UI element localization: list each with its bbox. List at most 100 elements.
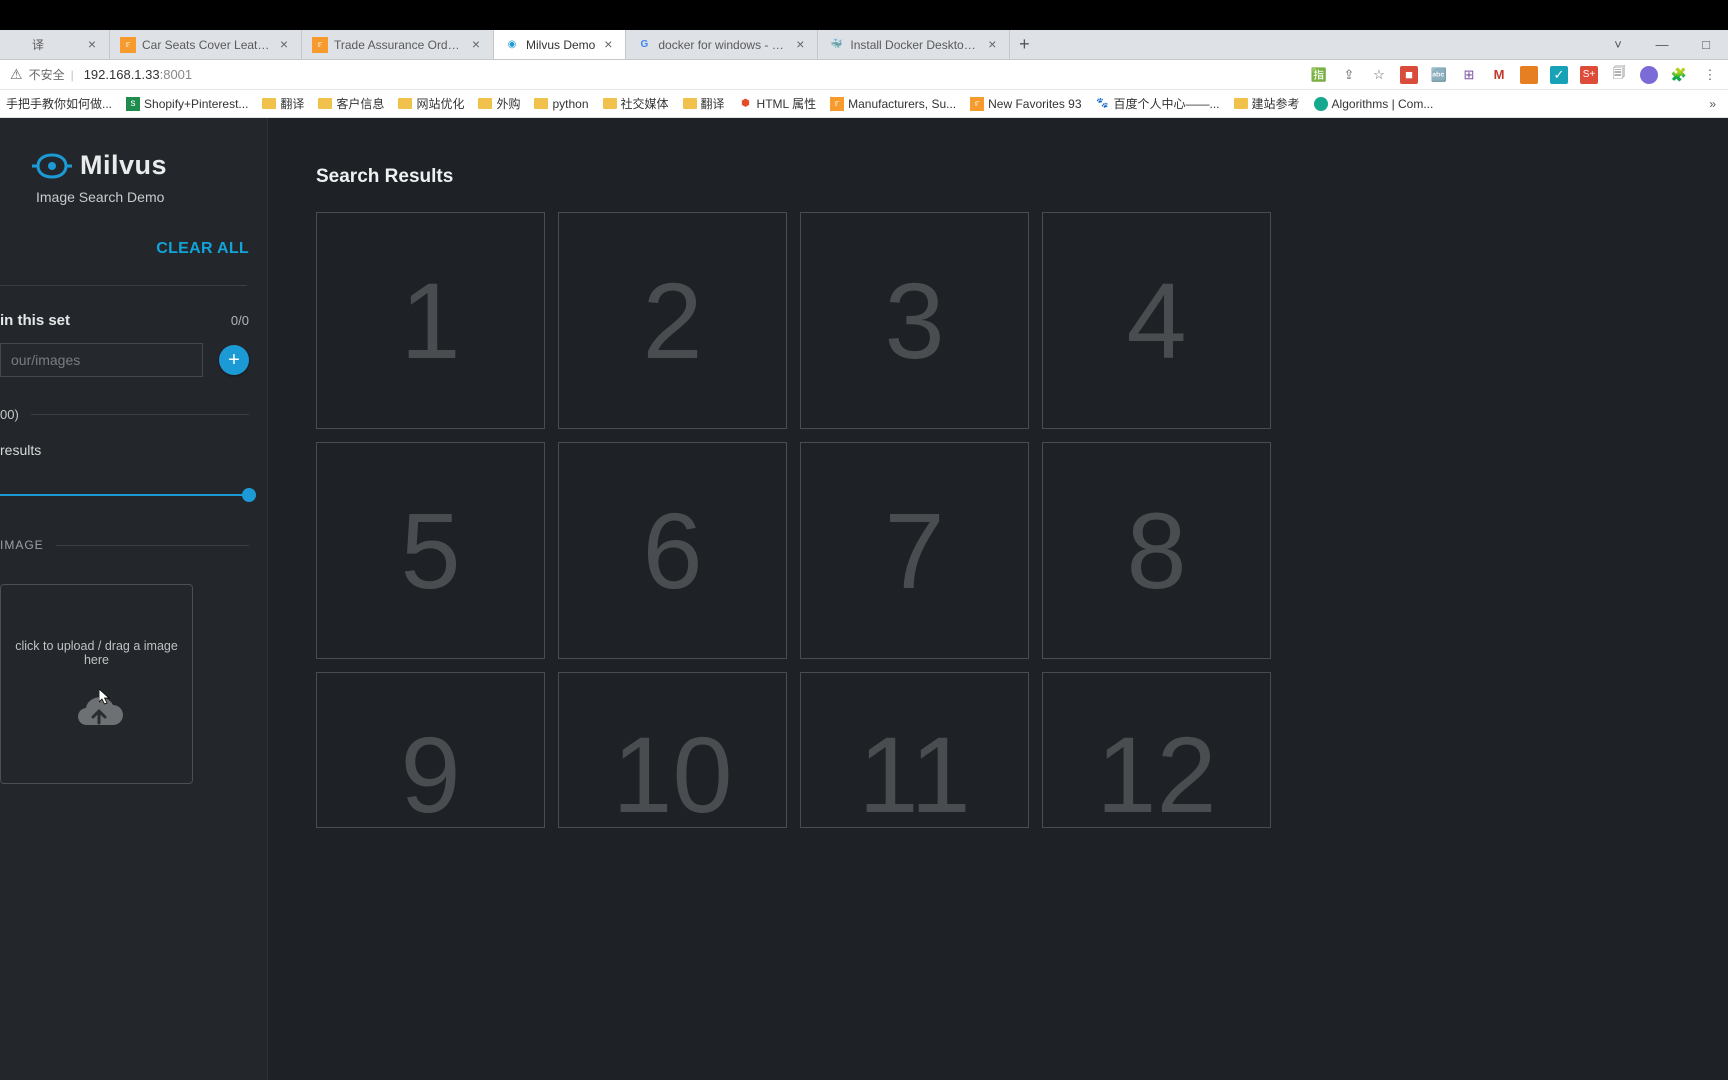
ext-profile-icon[interactable] xyxy=(1640,66,1658,84)
url-port: :8001 xyxy=(160,67,193,82)
bookmark-item[interactable]: 客户信息 xyxy=(318,95,384,112)
address-bar: ⚠ 不安全 | 192.168.1.33:8001 🈯 ⇪ ☆ ■ 🔤 ⊞ M … xyxy=(0,60,1728,90)
bookmark-label: 网站优化 xyxy=(416,95,464,112)
bookmark-item[interactable]: 建站参考 xyxy=(1234,95,1300,112)
ext-copy-icon[interactable]: 🗐 xyxy=(1610,66,1628,84)
overflow-icon[interactable]: ⋮ xyxy=(1700,66,1718,84)
folder-icon xyxy=(318,98,332,109)
add-set-button[interactable]: + xyxy=(219,345,249,375)
result-index: 3 xyxy=(884,258,944,383)
result-cell[interactable]: 5 xyxy=(316,442,545,659)
site-security[interactable]: ⚠ 不安全 | xyxy=(10,66,74,83)
brand: Milvus xyxy=(32,150,267,181)
bookmark-item[interactable]: 翻译 xyxy=(683,95,725,112)
ali-icon: ೯ xyxy=(830,97,844,111)
result-index: 8 xyxy=(1126,488,1186,613)
ext-orange-icon[interactable] xyxy=(1520,66,1538,84)
window-controls: ˅ — □ xyxy=(1604,30,1728,59)
results-title: Search Results xyxy=(316,166,1680,188)
result-index: 12 xyxy=(1096,724,1216,827)
set-label: in this set xyxy=(0,312,70,329)
tab-0[interactable]: 译 × xyxy=(0,30,110,59)
bookmark-item[interactable]: 手把手教你如何做... xyxy=(6,95,112,112)
bookmark-item[interactable]: python xyxy=(534,97,588,111)
result-cell[interactable]: 6 xyxy=(558,442,787,659)
folder-icon xyxy=(1234,98,1248,109)
slider-thumb-icon[interactable] xyxy=(242,488,256,502)
tab-1[interactable]: ೯ Car Seats Cover Leather Unive × xyxy=(110,30,302,59)
result-index: 4 xyxy=(1126,258,1186,383)
ext-m-icon[interactable]: M xyxy=(1490,66,1508,84)
folder-icon xyxy=(683,98,697,109)
share-icon[interactable]: ⇪ xyxy=(1340,66,1358,84)
result-cell[interactable]: 10 xyxy=(558,672,787,828)
minimize-icon[interactable]: — xyxy=(1648,37,1676,52)
translate-icon[interactable]: 🈯 xyxy=(1310,66,1328,84)
bookmark-item[interactable]: 外购 xyxy=(478,95,520,112)
clear-all-button[interactable]: CLEAR ALL xyxy=(156,240,249,258)
result-cell[interactable]: 11 xyxy=(800,672,1029,828)
result-index: 7 xyxy=(884,488,944,613)
bookmark-item[interactable]: ೯New Favorites 93 xyxy=(970,97,1081,111)
ali-icon: ೯ xyxy=(970,97,984,111)
bookmark-item[interactable]: Algorithms | Com... xyxy=(1314,97,1434,111)
tab-label: Car Seats Cover Leather Unive xyxy=(142,38,271,52)
tab-3-active[interactable]: ◉ Milvus Demo × xyxy=(494,30,626,59)
result-cell[interactable]: 3 xyxy=(800,212,1029,429)
ext-splus-icon[interactable]: S+ xyxy=(1580,66,1598,84)
extensions-puzzle-icon[interactable]: 🧩 xyxy=(1670,66,1688,84)
bookmark-item[interactable]: sShopify+Pinterest... xyxy=(126,97,248,111)
ext-red-icon[interactable]: ■ xyxy=(1400,66,1418,84)
set-row: in this set 0/0 xyxy=(0,312,267,329)
folder-icon xyxy=(398,98,412,109)
maximize-icon[interactable]: □ xyxy=(1692,37,1720,52)
upload-hint: click to upload / drag a image here xyxy=(1,639,192,667)
result-index: 6 xyxy=(642,488,702,613)
bookmark-item[interactable]: 翻译 xyxy=(262,95,304,112)
result-index: 1 xyxy=(400,258,460,383)
bookmark-item[interactable]: 社交媒体 xyxy=(603,95,669,112)
close-icon[interactable]: × xyxy=(277,38,291,52)
url-display[interactable]: 192.168.1.33:8001 xyxy=(84,67,192,82)
result-cell[interactable]: 8 xyxy=(1042,442,1271,659)
ext-grid-icon[interactable]: ⊞ xyxy=(1460,66,1478,84)
new-tab-button[interactable]: + xyxy=(1010,30,1038,59)
bookmark-star-icon[interactable]: ☆ xyxy=(1370,66,1388,84)
bookmark-item[interactable]: ೯Manufacturers, Su... xyxy=(830,97,956,111)
tab-2[interactable]: ೯ Trade Assurance Orders × xyxy=(302,30,494,59)
bookmark-item[interactable]: 网站优化 xyxy=(398,95,464,112)
result-cell[interactable]: 2 xyxy=(558,212,787,429)
ext-translate-icon[interactable]: 🔤 xyxy=(1430,66,1448,84)
close-icon[interactable]: × xyxy=(985,38,999,52)
result-cell[interactable]: 4 xyxy=(1042,212,1271,429)
result-index: 10 xyxy=(612,724,732,827)
close-icon[interactable]: × xyxy=(469,38,483,52)
bookmark-label: 手把手教你如何做... xyxy=(6,95,112,112)
folder-icon xyxy=(603,98,617,109)
result-cell[interactable]: 1 xyxy=(316,212,545,429)
tab-dropdown-icon[interactable]: ˅ xyxy=(1604,37,1632,52)
hint-00: 00) xyxy=(0,407,19,422)
bookmark-item[interactable]: 🐾百度个人中心——... xyxy=(1096,95,1220,112)
bookmark-item[interactable]: ⬢HTML 属性 xyxy=(739,95,817,112)
tab-4[interactable]: G docker for windows - Google × xyxy=(626,30,818,59)
result-cell[interactable]: 7 xyxy=(800,442,1029,659)
milvus-logo-icon xyxy=(32,152,70,180)
close-icon[interactable]: × xyxy=(85,38,99,52)
tabs-bar: 译 × ೯ Car Seats Cover Leather Unive × ೯ … xyxy=(0,30,1728,60)
image-path-input[interactable] xyxy=(0,343,203,377)
bookmark-label: 外购 xyxy=(496,95,520,112)
close-icon[interactable]: × xyxy=(601,38,615,52)
result-cell[interactable]: 12 xyxy=(1042,672,1271,828)
ext-teal-icon[interactable]: ✓ xyxy=(1550,66,1568,84)
bookmarks-overflow-icon[interactable]: » xyxy=(1709,97,1722,111)
cloud-upload-icon xyxy=(75,697,119,729)
close-icon[interactable]: × xyxy=(793,38,807,52)
upload-dropzone[interactable]: click to upload / drag a image here xyxy=(0,584,193,784)
html-icon: ⬢ xyxy=(739,97,753,111)
favicon-milvus-icon: ◉ xyxy=(504,37,520,53)
result-cell[interactable]: 9 xyxy=(316,672,545,828)
favicon-ali-icon: ೯ xyxy=(312,37,328,53)
tab-5[interactable]: 🐳 Install Docker Desktop on Wi × xyxy=(818,30,1010,59)
results-slider[interactable] xyxy=(0,494,249,496)
